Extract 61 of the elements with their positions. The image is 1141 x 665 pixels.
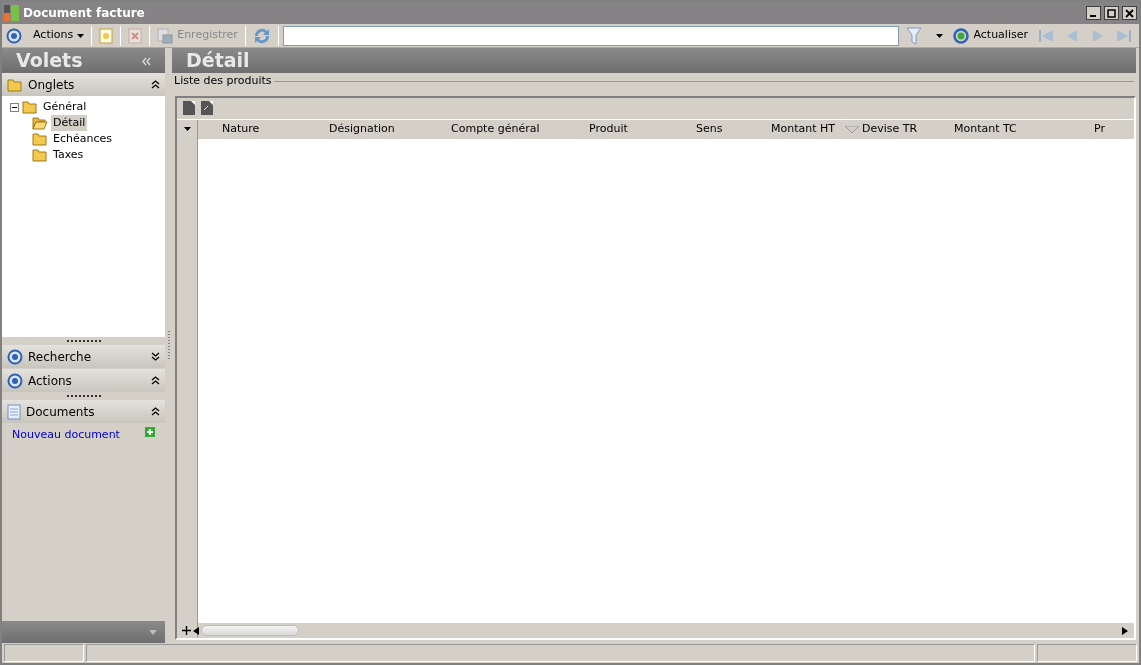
page-icon bbox=[183, 101, 195, 115]
target-icon bbox=[6, 27, 22, 44]
close-button[interactable] bbox=[1122, 6, 1137, 20]
add-row-icon bbox=[182, 626, 191, 635]
app-icon bbox=[4, 5, 20, 21]
folder-icon bbox=[32, 147, 48, 163]
section-header[interactable]: Recherche bbox=[2, 345, 166, 368]
document-icon bbox=[99, 27, 114, 44]
tree-item[interactable]: Echéances bbox=[51, 130, 114, 148]
column-header[interactable]: Montant TC bbox=[954, 120, 1017, 138]
folder-icon bbox=[22, 99, 38, 115]
section-header[interactable]: Documents bbox=[2, 400, 166, 423]
refresh-icon bbox=[953, 27, 970, 44]
maximize-icon bbox=[1107, 9, 1116, 18]
document-icon bbox=[7, 403, 21, 420]
caret-icon bbox=[149, 629, 158, 635]
column-header[interactable]: Pr bbox=[1094, 120, 1105, 138]
splitter-grip[interactable] bbox=[167, 330, 170, 361]
section-header[interactable]: Actions bbox=[2, 369, 166, 392]
close-icon bbox=[1125, 9, 1134, 18]
window-title: Document facture bbox=[23, 5, 146, 22]
open-folder-icon bbox=[32, 115, 48, 131]
column-header[interactable]: Montant HT bbox=[771, 120, 836, 138]
minimize-button[interactable] bbox=[1086, 6, 1101, 20]
sync-icon bbox=[252, 26, 271, 45]
scroll-right-icon bbox=[1122, 626, 1128, 635]
first-icon bbox=[1038, 27, 1054, 44]
page-edit-icon bbox=[201, 101, 213, 115]
tree-item[interactable]: Taxes bbox=[51, 146, 86, 164]
tree-item[interactable]: Général bbox=[41, 98, 89, 116]
double-chevron-left-icon bbox=[142, 56, 152, 66]
add-icon bbox=[145, 427, 156, 437]
column-header[interactable]: Nature bbox=[222, 120, 260, 138]
page-title: Détail bbox=[186, 48, 250, 74]
actions-menu-button[interactable]: Actions bbox=[30, 27, 88, 44]
scroll-left-icon bbox=[193, 626, 199, 635]
delete-icon bbox=[128, 27, 143, 44]
column-header[interactable]: Produit bbox=[589, 120, 628, 138]
maximize-button[interactable] bbox=[1104, 6, 1119, 20]
last-icon bbox=[1116, 27, 1132, 44]
filter-icon bbox=[906, 26, 923, 45]
tree-item[interactable]: Détail bbox=[51, 114, 88, 132]
caret-icon bbox=[77, 33, 85, 38]
target-icon bbox=[7, 348, 23, 365]
caret-icon bbox=[183, 127, 191, 131]
target-icon bbox=[7, 372, 23, 389]
column-header[interactable]: Compte général bbox=[451, 120, 540, 138]
save-icon bbox=[157, 27, 174, 44]
panel-title: Volets bbox=[16, 48, 83, 74]
folder-icon bbox=[32, 131, 48, 147]
scrollbar-thumb[interactable] bbox=[201, 625, 299, 636]
refresh-button[interactable]: Actualiser bbox=[950, 27, 1031, 44]
new-document-link[interactable]: Nouveau document bbox=[12, 427, 120, 444]
group-label: Liste des produits bbox=[174, 73, 272, 89]
column-header[interactable]: Sens bbox=[696, 120, 723, 138]
column-header[interactable]: Devise TR bbox=[862, 120, 918, 138]
caret-icon bbox=[936, 33, 944, 38]
column-header[interactable]: Désignation bbox=[329, 120, 395, 138]
folder-icon bbox=[7, 76, 23, 93]
section-header[interactable]: Onglets bbox=[2, 73, 166, 96]
search-field[interactable] bbox=[282, 25, 900, 46]
